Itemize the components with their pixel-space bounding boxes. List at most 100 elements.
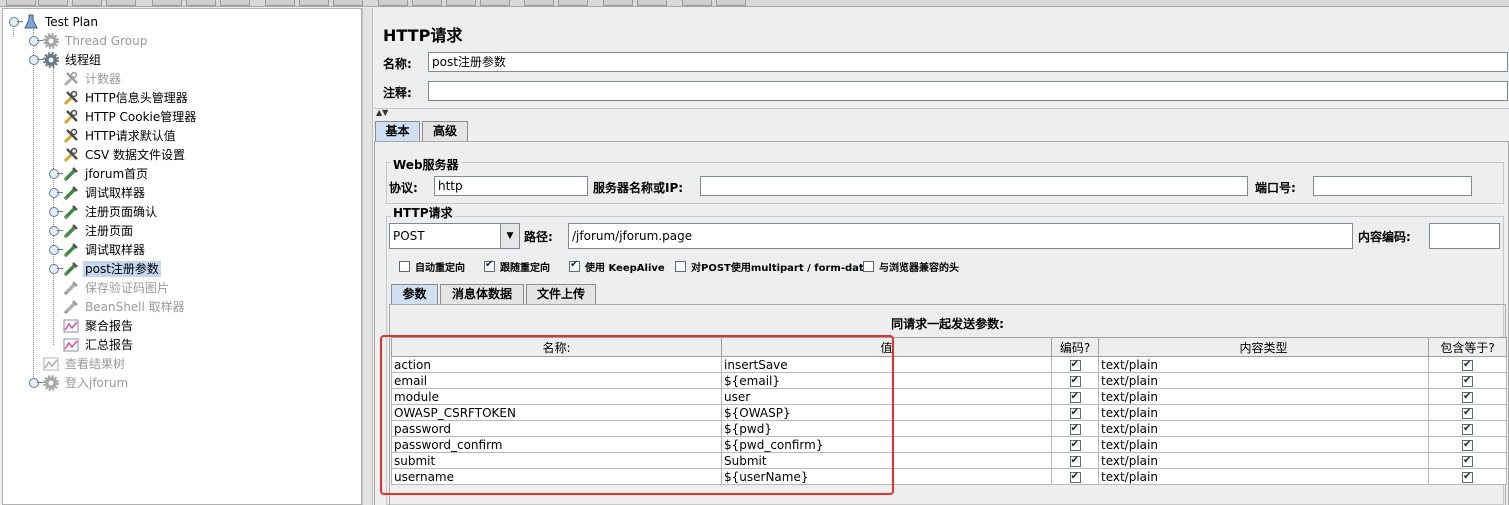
checkbox[interactable]: [1069, 470, 1081, 484]
param-content-type-cell[interactable]: text/plain: [1098, 436, 1429, 453]
param-name-cell[interactable]: module: [391, 388, 722, 405]
checkbox[interactable]: [1069, 438, 1081, 452]
tab-parameters[interactable]: 参数: [391, 284, 438, 304]
tab-basic[interactable]: 基本: [375, 121, 420, 141]
param-value-cell[interactable]: Submit: [721, 452, 1052, 469]
checkbox[interactable]: [484, 259, 495, 272]
toolbar-button[interactable]: [716, 0, 746, 6]
tree-expand-toggle[interactable]: [29, 55, 43, 65]
table-row[interactable]: moduleuser text/plain: [391, 388, 1507, 405]
param-include-equals-cell[interactable]: [1428, 452, 1507, 469]
column-header-encode[interactable]: 编码?: [1051, 337, 1099, 357]
comment-field[interactable]: [428, 81, 1508, 101]
param-encode-cell[interactable]: [1051, 356, 1099, 373]
toolbar-button[interactable]: [299, 0, 329, 6]
column-header-include-equals[interactable]: 包含等于?: [1428, 337, 1507, 357]
tree-expand-toggle[interactable]: [49, 169, 63, 179]
param-value-cell[interactable]: user: [721, 388, 1052, 405]
tree-node[interactable]: 登入jforum: [42, 373, 130, 392]
tree-node[interactable]: BeanShell 取样器: [63, 297, 187, 316]
param-encode-cell[interactable]: [1051, 468, 1099, 485]
server-field[interactable]: [700, 176, 1248, 196]
toolbar-button[interactable]: [265, 0, 295, 6]
toolbar-button[interactable]: [152, 0, 182, 6]
param-include-equals-cell[interactable]: [1428, 372, 1507, 389]
toolbar-button[interactable]: [637, 0, 667, 6]
checkbox[interactable]: [1069, 374, 1081, 388]
toolbar-button[interactable]: [38, 0, 68, 6]
tree-expand-toggle[interactable]: [49, 264, 63, 274]
tree-expand-toggle[interactable]: [49, 245, 63, 255]
column-header-content-type[interactable]: 内容类型: [1098, 337, 1429, 357]
param-name-cell[interactable]: action: [391, 356, 722, 373]
param-value-cell[interactable]: insertSave: [721, 356, 1052, 373]
checkbox[interactable]: [1462, 390, 1473, 404]
toolbar-button[interactable]: [186, 0, 216, 6]
tree-node[interactable]: 计数器: [63, 69, 123, 88]
param-value-cell[interactable]: ${pwd}: [721, 420, 1052, 437]
param-content-type-cell[interactable]: text/plain: [1098, 388, 1429, 405]
param-content-type-cell[interactable]: text/plain: [1098, 452, 1429, 469]
checkbox[interactable]: [1462, 454, 1473, 468]
toolbar-button[interactable]: [446, 0, 476, 6]
protocol-field[interactable]: http: [434, 176, 588, 196]
toolbar-button[interactable]: [524, 0, 554, 6]
checkbox[interactable]: [863, 261, 874, 272]
param-value-cell[interactable]: ${email}: [721, 372, 1052, 389]
tree-node[interactable]: 注册页面: [63, 221, 135, 240]
table-row[interactable]: email${email} text/plain: [391, 372, 1507, 389]
param-include-equals-cell[interactable]: [1428, 436, 1507, 453]
toolbar-button[interactable]: [480, 0, 510, 6]
toolbar-button[interactable]: [682, 0, 712, 6]
param-content-type-cell[interactable]: text/plain: [1098, 404, 1429, 421]
option-auto-redirect[interactable]: 自动重定向: [399, 259, 465, 274]
param-name-cell[interactable]: OWASP_CSRFTOKEN: [391, 404, 722, 421]
tree-node[interactable]: post注册参数: [63, 259, 161, 278]
param-encode-cell[interactable]: [1051, 404, 1099, 421]
param-content-type-cell[interactable]: text/plain: [1098, 468, 1429, 485]
column-header-name[interactable]: 名称:: [391, 337, 722, 357]
tree-expand-toggle[interactable]: [49, 188, 63, 198]
table-row[interactable]: username${userName} text/plain: [391, 468, 1507, 485]
param-include-equals-cell[interactable]: [1428, 468, 1507, 485]
param-encode-cell[interactable]: [1051, 436, 1099, 453]
tree-node[interactable]: HTTP请求默认值: [63, 126, 178, 145]
param-encode-cell[interactable]: [1051, 420, 1099, 437]
param-include-equals-cell[interactable]: [1428, 404, 1507, 421]
tree-expand-toggle[interactable]: [9, 17, 23, 27]
param-include-equals-cell[interactable]: [1428, 356, 1507, 373]
tree-node[interactable]: CSV 数据文件设置: [63, 145, 187, 164]
tree-node[interactable]: HTTP信息头管理器: [63, 88, 190, 107]
checkbox[interactable]: [1069, 358, 1081, 372]
param-name-cell[interactable]: email: [391, 372, 722, 389]
checkbox[interactable]: [569, 259, 580, 272]
parameters-table[interactable]: 名称: 值 编码? 内容类型 包含等于? actioninsertSave tex…: [391, 337, 1507, 485]
param-value-cell[interactable]: ${pwd_confirm}: [721, 436, 1052, 453]
tree-expand-toggle[interactable]: [29, 36, 43, 46]
table-row[interactable]: password_confirm${pwd_confirm} text/plain: [391, 436, 1507, 453]
param-encode-cell[interactable]: [1051, 372, 1099, 389]
tab-advanced[interactable]: 高级: [422, 121, 468, 141]
option-browser-headers[interactable]: 与浏览器兼容的头: [863, 259, 959, 274]
table-row[interactable]: password${pwd} text/plain: [391, 420, 1507, 437]
param-value-cell[interactable]: ${OWASP}: [721, 404, 1052, 421]
checkbox[interactable]: [1069, 406, 1081, 420]
tab-file-upload[interactable]: 文件上传: [526, 284, 596, 304]
tree-node[interactable]: 调试取样器: [63, 183, 147, 202]
checkbox[interactable]: [399, 261, 410, 272]
tree-expand-toggle[interactable]: [49, 207, 63, 217]
checkbox[interactable]: [1069, 422, 1081, 436]
collapse-arrows-icon[interactable]: ▲▼: [376, 109, 388, 117]
path-field[interactable]: /jforum/jforum.page: [568, 223, 1353, 249]
chevron-down-icon[interactable]: ▼: [500, 224, 519, 248]
method-select[interactable]: POST ▼: [389, 223, 520, 249]
param-name-cell[interactable]: password: [391, 420, 722, 437]
checkbox[interactable]: [1462, 374, 1473, 388]
content-encoding-field[interactable]: [1429, 223, 1500, 249]
param-content-type-cell[interactable]: text/plain: [1098, 420, 1429, 437]
column-header-value[interactable]: 值: [721, 337, 1052, 357]
tree-node[interactable]: 注册页面确认: [63, 202, 159, 221]
tree-node[interactable]: 查看结果树: [43, 354, 127, 373]
toolbar-button[interactable]: [72, 0, 102, 6]
tree-node[interactable]: 汇总报告: [63, 335, 135, 354]
